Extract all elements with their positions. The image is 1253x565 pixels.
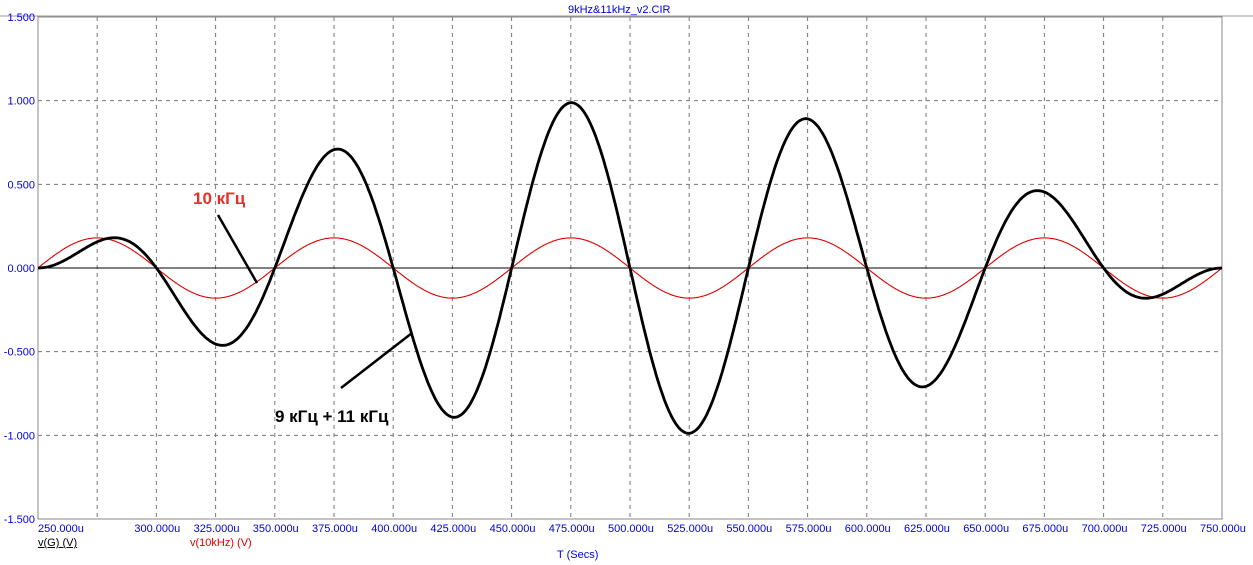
chart-title: 9kHz&11kHz_v2.CIR [568, 4, 671, 16]
chart: 250.000u 300.000u 325.000u 350.000u 375.000u… [0, 12, 1253, 535]
x-tick-label: 575.000u [786, 523, 832, 535]
y-tick-label: 0.000 [7, 263, 35, 275]
x-tick-label: 325.000u [194, 523, 240, 535]
annotation-sum: 9 кГц + 11 кГц [275, 407, 389, 426]
y-tick-label: -1.000 [4, 430, 35, 442]
x-tick-label: 250.000u [38, 523, 84, 535]
x-tick-label: 700.000u [1082, 523, 1128, 535]
y-tick-label: -0.500 [4, 347, 35, 359]
x-tick-label: 725.000u [1141, 523, 1187, 535]
y-tick-label: -1.500 [4, 514, 35, 526]
legend-v10khz[interactable]: v(10kHz) (V) [190, 537, 252, 549]
x-tick-label: 450.000u [490, 523, 536, 535]
y-tick-label: 1.500 [7, 12, 35, 24]
annotation-pointer-sum [340, 332, 413, 389]
x-tick-label: 750.000u [1200, 523, 1246, 535]
annotation-pointer-10khz [216, 214, 259, 284]
x-tick-label: 300.000u [134, 523, 180, 535]
annotation-10khz: 10 кГц [193, 189, 246, 208]
x-tick-label: 425.000u [430, 523, 476, 535]
x-axis-label: T (Secs) [557, 549, 599, 561]
x-tick-label: 400.000u [371, 523, 417, 535]
x-tick-label: 650.000u [963, 523, 1009, 535]
y-tick-label: 0.500 [7, 179, 35, 191]
x-tick-label: 550.000u [726, 523, 772, 535]
legend-vg[interactable]: v(G) (V) [38, 537, 77, 549]
x-tick-label: 525.000u [667, 523, 713, 535]
x-tick-label: 475.000u [549, 523, 595, 535]
x-tick-label: 350.000u [253, 523, 299, 535]
x-tick-label: 625.000u [904, 523, 950, 535]
x-tick-label: 375.000u [312, 523, 358, 535]
x-tick-label: 500.000u [608, 523, 654, 535]
y-tick-label: 1.000 [7, 96, 35, 108]
x-tick-label: 675.000u [1022, 523, 1068, 535]
x-tick-label: 600.000u [845, 523, 891, 535]
